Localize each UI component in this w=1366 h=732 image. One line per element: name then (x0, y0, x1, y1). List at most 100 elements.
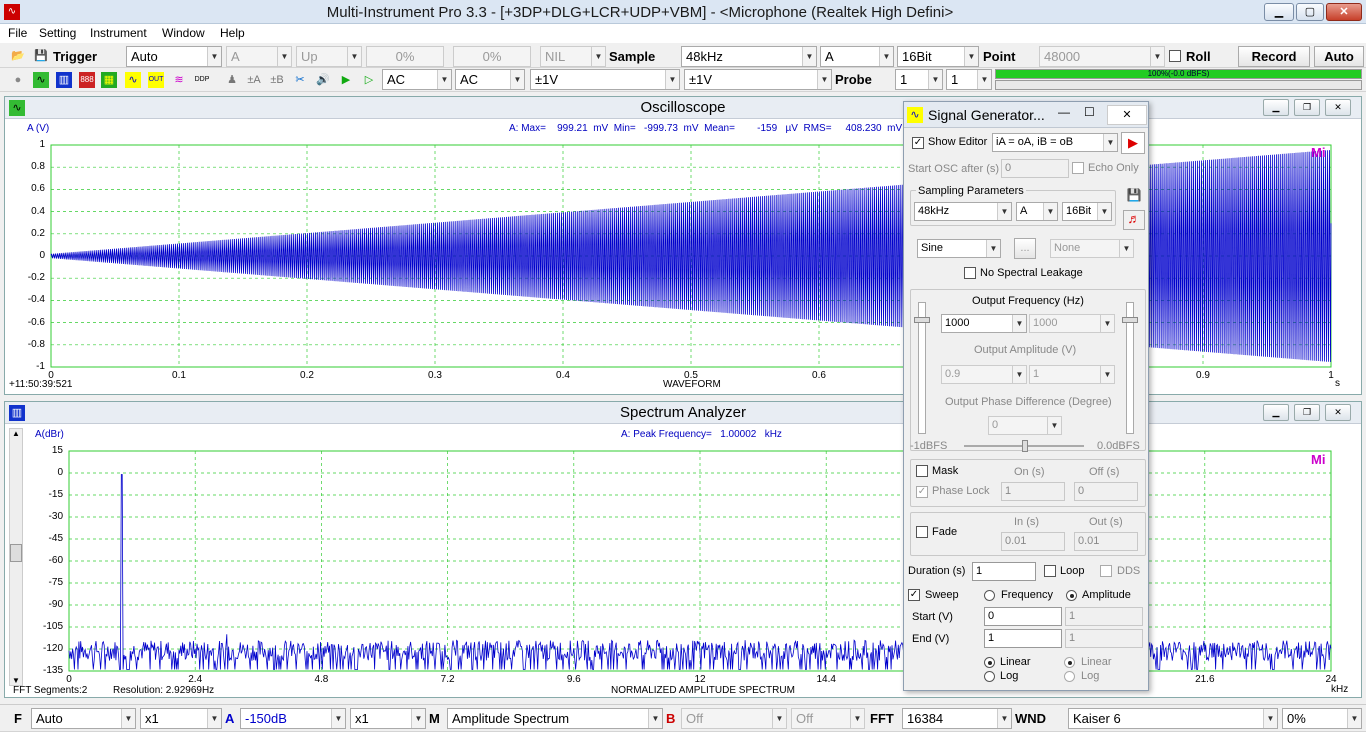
sweep-checkbox[interactable]: ✓ (908, 589, 920, 601)
linear-a-radio[interactable] (984, 657, 995, 668)
b-mode-select[interactable]: Off ▼ (681, 708, 787, 729)
menu-help[interactable]: Help (220, 26, 245, 40)
freq-a-select[interactable]: 1000 ▼ (941, 314, 1027, 333)
sweep-start-input[interactable]: 0 (984, 607, 1062, 626)
range-b-select[interactable]: ±1V ▼ (684, 69, 832, 90)
freq-b-select[interactable]: 1000 ▼ (1029, 314, 1115, 333)
probe-a-select[interactable]: 1 ▼ (895, 69, 943, 90)
open-icon[interactable]: 📂 (10, 48, 26, 64)
sg-music-icon[interactable]: ♬ (1123, 210, 1145, 230)
log-a-radio[interactable] (984, 671, 995, 682)
record-button[interactable]: Record (1238, 46, 1310, 67)
spectrum-plot[interactable] (5, 424, 1361, 697)
phase-lock-checkbox[interactable]: ✓ (916, 486, 928, 498)
dds-checkbox[interactable] (1100, 565, 1112, 577)
no-spectral-leakage-checkbox[interactable] (964, 267, 976, 279)
dbfs-slider[interactable] (964, 440, 1084, 452)
amp-b-select[interactable]: 1 ▼ (1029, 365, 1115, 384)
sweep-end-input[interactable]: 1 (984, 629, 1062, 648)
amp-slider-right[interactable] (1122, 302, 1138, 434)
pretrigger-field[interactable]: 0% (453, 46, 531, 67)
save-icon[interactable]: 💾 (33, 48, 49, 64)
recorder-icon[interactable]: ▦ (101, 72, 117, 88)
spectrum-mode-select[interactable]: Amplitude Spectrum ▼ (447, 708, 663, 729)
sweep-start-b-input[interactable]: 1 (1065, 607, 1143, 626)
cursor-a-icon[interactable]: ±A (246, 72, 262, 88)
coupling-a-select[interactable]: AC ▼ (382, 69, 452, 90)
dio-icon[interactable]: OUT (148, 72, 164, 88)
oscilloscope-icon[interactable]: ∿ (33, 72, 49, 88)
echo-only-checkbox[interactable] (1072, 162, 1084, 174)
sg-save-icon[interactable]: 💾 (1125, 188, 1143, 204)
range-a-select[interactable]: ±1V ▼ (530, 69, 680, 90)
editor-mode-select[interactable]: iA = oA, iB = oB ▼ (992, 133, 1118, 152)
signal-generator-icon[interactable]: ∿ (125, 72, 141, 88)
loop-checkbox[interactable] (1044, 565, 1056, 577)
probe-b-select[interactable]: 1 ▼ (946, 69, 992, 90)
sg-bits-select[interactable]: 16Bit ▼ (1062, 202, 1112, 221)
mask-checkbox[interactable] (916, 465, 928, 477)
amp-a-select[interactable]: 0.9 ▼ (941, 365, 1027, 384)
menu-setting[interactable]: Setting (39, 26, 76, 40)
window-function-select[interactable]: Kaiser 6 ▼ (1068, 708, 1278, 729)
sweep-icon[interactable]: ≋ (171, 72, 187, 88)
amp-slider-left[interactable] (914, 302, 930, 434)
sweep-amplitude-radio[interactable] (1066, 590, 1077, 601)
probe-icon[interactable]: ♟ (224, 72, 240, 88)
bit-depth-select[interactable]: 16Bit ▼ (897, 46, 979, 67)
osc-close-button[interactable]: ✕ (1325, 99, 1351, 116)
show-editor-checkbox[interactable]: ✓ (912, 137, 924, 149)
linear-b-radio[interactable] (1064, 657, 1075, 668)
waveform-select[interactable]: Sine ▼ (917, 239, 1001, 258)
sample-rate-select[interactable]: 48kHz ▼ (681, 46, 817, 67)
play-icon[interactable]: ▶ (1121, 132, 1145, 154)
amp-floor-select[interactable]: -150dB ▼ (240, 708, 346, 729)
trigger-edge-select[interactable]: Up ▼ (296, 46, 362, 67)
auto-button[interactable]: Auto (1314, 46, 1364, 67)
menu-file[interactable]: File (8, 26, 27, 40)
record-dot-icon[interactable]: ● (10, 72, 26, 88)
sweep-frequency-radio[interactable] (984, 590, 995, 601)
menu-instrument[interactable]: Instrument (90, 26, 147, 40)
spec-close-button[interactable]: ✕ (1325, 404, 1351, 421)
sample-channel-select[interactable]: A ▼ (820, 46, 894, 67)
sweep-end-b-input[interactable]: 1 (1065, 629, 1143, 648)
cursor-b-icon[interactable]: ±B (269, 72, 285, 88)
fade-out-input[interactable]: 0.01 (1074, 532, 1138, 551)
overlap-select[interactable]: 0% ▼ (1282, 708, 1362, 729)
fade-checkbox[interactable] (916, 526, 928, 538)
mask-off-input[interactable]: 0 (1074, 482, 1138, 501)
osc-restore-button[interactable]: ❐ (1294, 99, 1320, 116)
osc-minimize-button[interactable]: ▁ (1263, 99, 1289, 116)
sg-rate-select[interactable]: 48kHz ▼ (914, 202, 1012, 221)
points-select[interactable]: 48000 ▼ (1039, 46, 1165, 67)
maximize-button[interactable]: ▢ (1296, 3, 1324, 21)
waveform-options-button[interactable]: ... (1014, 238, 1036, 259)
sg-maximize-button[interactable]: ☐ (1084, 105, 1095, 119)
multimeter-icon[interactable]: 888 (79, 72, 95, 88)
amp-scale-select[interactable]: x1 ▼ (350, 708, 426, 729)
waveform-b-select[interactable]: None ▼ (1050, 239, 1134, 258)
trigger-channel-select[interactable]: A ▼ (226, 46, 292, 67)
start-osc-input[interactable]: 0 (1001, 159, 1069, 178)
nil-select[interactable]: NIL ▼ (540, 46, 606, 67)
sg-minimize-button[interactable]: — (1058, 105, 1070, 119)
play-once-icon[interactable]: ▷ (361, 72, 377, 88)
coupling-b-select[interactable]: AC ▼ (455, 69, 525, 90)
minimize-button[interactable]: ▁ (1264, 3, 1294, 21)
oscilloscope-plot[interactable] (5, 119, 1361, 394)
tools-icon[interactable]: ✂ (292, 72, 308, 88)
log-b-radio[interactable] (1064, 671, 1075, 682)
freq-mode-select[interactable]: Auto ▼ (31, 708, 136, 729)
sg-close-button[interactable]: ✕ (1107, 105, 1147, 125)
spec-minimize-button[interactable]: ▁ (1263, 404, 1289, 421)
fade-in-input[interactable]: 0.01 (1001, 532, 1065, 551)
fft-size-select[interactable]: 16384 ▼ (902, 708, 1012, 729)
phase-select[interactable]: 0 ▼ (988, 416, 1062, 435)
freq-scale-select[interactable]: x1 ▼ (140, 708, 222, 729)
b-option-select[interactable]: Off ▼ (791, 708, 865, 729)
play-icon[interactable]: ▶ (338, 72, 354, 88)
menu-window[interactable]: Window (162, 26, 205, 40)
spectrum-icon[interactable]: ▥ (56, 72, 72, 88)
trigger-level-field[interactable]: 0% (366, 46, 444, 67)
